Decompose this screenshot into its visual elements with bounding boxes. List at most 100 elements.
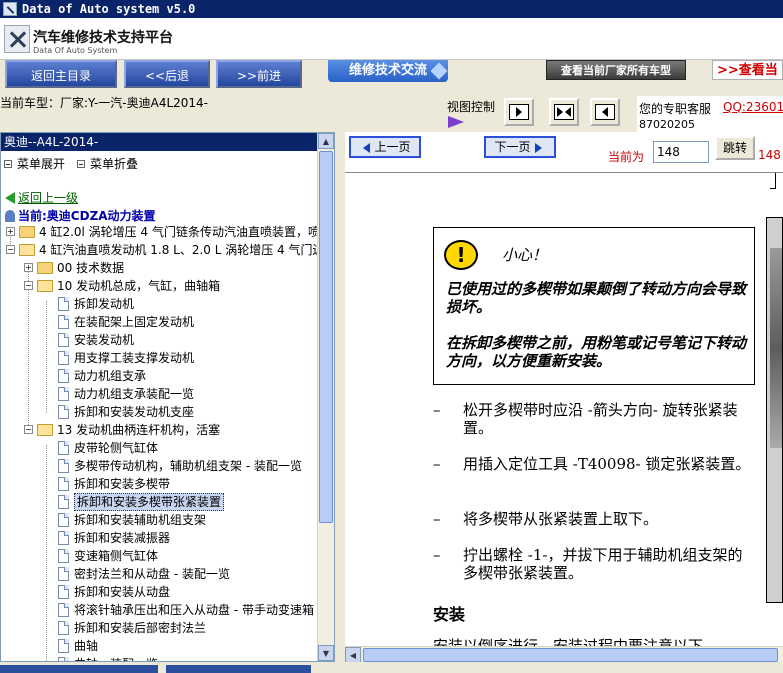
page-navigation: 上一页 下一页 当前为 148 跳转 148 [345,132,783,172]
next-page-button[interactable]: 下一页 [484,136,556,158]
document-icon [58,477,69,491]
tree-folder-node[interactable]: − 4 缸汽油直喷发动机 1.8 L、2.0 L 涡轮增压 4 气门边 [1,241,325,259]
document-icon [58,387,69,401]
step-item: – 松开多楔带时应沿 -箭头方向- 旋转张紧装置。 [433,401,763,441]
scroll-left-arrow-icon[interactable]: ◀ [345,647,361,662]
step-text: 将多楔带从张紧装置上取下。 [463,510,659,528]
forward-button[interactable]: >>前进 [216,60,302,88]
service-number: 87020205 [639,118,695,131]
tree-doc-node[interactable]: 曲轴 - 装配一览 [1,655,318,661]
tree-doc-node[interactable]: 密封法兰和从动盘 - 装配一览 [1,565,318,583]
scroll-thumb[interactable] [319,151,333,523]
jump-button[interactable]: 跳转 [715,136,755,160]
tree-doc-node[interactable]: 动力机组支承 [1,367,318,385]
caution-title: 小心！ [502,246,548,264]
tree-node-label: 动力机组支承装配一览 [74,387,195,401]
view-all-models-button[interactable]: 查看当前厂家所有车型 [546,60,686,80]
tree-doc-node[interactable]: 拆卸和安装从动盘 [1,583,318,601]
split-icon [554,104,574,120]
menu-collapse-button[interactable]: 菜单折叠 [77,155,138,172]
window-title-bar: Data of Auto system v5.0 [0,0,783,18]
folder-icon [37,262,53,274]
menu-collapse-label: 菜单折叠 [90,157,139,171]
tree-node-label: 拆卸和安装从动盘 [74,585,171,599]
home-button[interactable]: 返回主目录 [5,60,117,88]
tree-node-label: 变速箱侧气缸体 [74,549,159,563]
tree-doc-node[interactable]: 安装发动机 [1,331,318,349]
tree-doc-node[interactable]: 变速箱侧气缸体 [1,547,318,565]
prev-page-button[interactable]: 上一页 [349,136,421,158]
menu-expand-button[interactable]: 菜单展开 [4,155,65,172]
tree-folder-node[interactable]: − 10 发动机总成，气缸，曲轴箱 [1,277,318,295]
collapse-node-icon[interactable]: − [24,425,33,434]
collapse-node-icon[interactable]: − [24,281,33,290]
tree-doc-node[interactable]: 曲轴 [1,637,318,655]
view-control-label: 视图控制 [447,100,496,114]
step-item: – 用插入定位工具 -T40098- 锁定张紧装置。 [433,455,763,495]
tree-node-label: 皮带轮侧气缸体 [74,441,159,455]
document-icon [58,603,69,617]
page-number-input[interactable]: 148 [653,141,709,163]
step-text: 拧出螺栓 -1-，并拔下用于辅助机组支架的多楔带张紧装置。 [463,546,743,582]
tree-doc-node[interactable]: 拆卸和安装多楔带 [1,475,318,493]
back-button[interactable]: <<后退 [124,60,210,88]
chat-icon [430,62,448,80]
main-toolbar: 返回主目录 <<后退 >>前进 维修技术交流 查看当前厂家所有车型 >>查看当 [0,60,783,90]
tree-doc-node[interactable]: 拆卸和安装辅助机组支架 [1,511,318,529]
folder-open-icon [37,424,53,436]
tree-node-label: 多楔带传动机构，辅助机组支架 - 装配一览 [74,459,302,473]
tree-doc-node[interactable]: 在装配架上固定发动机 [1,313,318,331]
tree-node-label: 拆卸和安装发动机支座 [74,405,195,419]
tree-doc-node[interactable]: 多楔带传动机构，辅助机组支架 - 装配一览 [1,457,318,475]
document-icon [58,639,69,653]
tree-doc-node[interactable]: 拆卸和安装多楔带张紧装置 [1,493,318,511]
tree-doc-node[interactable]: 皮带轮侧气缸体 [1,439,318,457]
back-up-link[interactable]: 返回上一级 [5,189,78,206]
view-current-button[interactable]: >>查看当 [712,60,783,80]
expand-node-icon[interactable]: + [6,227,15,236]
folder-open-icon [19,244,35,256]
tree-doc-node[interactable]: 拆卸发动机 [1,295,318,313]
service-qq-link[interactable]: QQ:23601 [723,100,783,114]
tree-doc-node[interactable]: 拆卸和安装后部密封法兰 [1,619,318,637]
tree-doc-node[interactable]: 动力机组支承装配一览 [1,385,318,403]
step-item: – 将多楔带从张紧装置上取下。 [433,510,763,530]
current-model-label: 当前车型：厂家:Y-一汽-奥迪A4L2014- [0,96,209,110]
current-node: 当前:奥迪CDZA动力装置 [5,207,156,224]
tree-node-label: 曲轴 - 装配一览 [74,655,158,661]
collapse-node-icon[interactable]: − [6,245,15,254]
user-icon [5,209,15,222]
document-icon [58,315,69,329]
step-dash: – [433,510,441,528]
view-left-panel-button[interactable] [504,98,534,126]
panel-splitter[interactable] [335,132,345,662]
tech-exchange-button[interactable]: 维修技术交流 [328,60,448,82]
header-title: 汽车维修技术支持平台 [33,30,173,46]
view-right-panel-button[interactable] [590,98,620,126]
expand-node-icon[interactable]: + [24,263,33,272]
tree-folder-node[interactable]: +4 缸2.0l 涡轮增压 4 气门链条传动汽油直喷装置，喷 [1,223,320,241]
view-split-button[interactable] [549,98,579,126]
document-horizontal-scrollbar[interactable]: ◀ [345,646,783,662]
collapse-right-icon [509,104,529,120]
tree-doc-node[interactable]: 拆卸和安装发动机支座 [1,403,318,421]
collapse-left-icon [595,104,615,120]
tree-doc-node[interactable]: 将滚针轴承压出和压入从动盘 - 带手动变速箱 [1,601,318,619]
step-text: 松开多楔带时应沿 -箭头方向- 旋转张紧装置。 [463,401,738,437]
tree-title: 奥迪--A4L-2014- [1,133,318,151]
step-dash: – [433,455,441,473]
document-icon [58,333,69,347]
document-icon [58,405,69,419]
tree-folder-node[interactable]: +00 技术数据 [1,259,318,277]
tree-node-label: 在装配架上固定发动机 [74,315,195,329]
tree-doc-node[interactable]: 用支撑工装支撑发动机 [1,349,318,367]
page-border [775,173,776,189]
tree-folder-node[interactable]: − 13 发动机曲柄连杆机构，活塞 [1,421,318,439]
scroll-down-arrow-icon[interactable]: ▼ [318,645,334,661]
tree-view: +4 缸2.0l 涡轮增压 4 气门链条传动汽油直喷装置，喷 − 4 缸汽油直喷发动… [1,223,325,661]
tree-vertical-scrollbar[interactable]: ▲ ▼ [317,133,334,661]
tree-doc-node[interactable]: 拆卸和安装减振器 [1,529,318,547]
horizontal-scroll-thumb[interactable] [363,648,778,662]
status-segment [166,665,311,673]
scroll-up-arrow-icon[interactable]: ▲ [318,133,334,149]
